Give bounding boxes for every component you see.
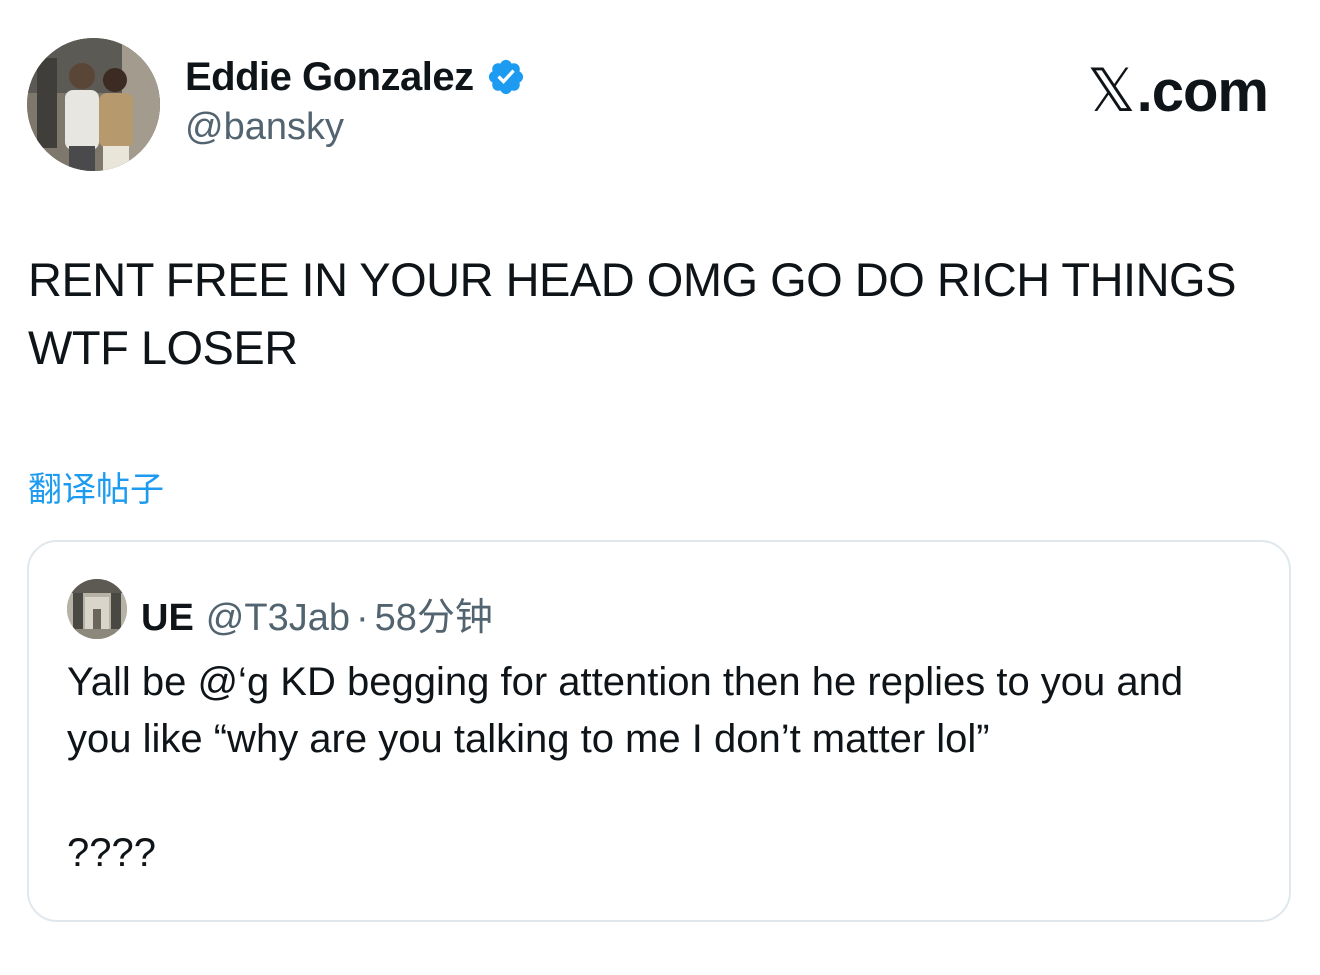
quote-text: Yall be @‘g KD begging for attention the… — [67, 660, 1184, 875]
quote-author-handle[interactable]: @T3Jab — [206, 597, 350, 640]
quote-author-avatar[interactable] — [67, 579, 127, 639]
author-avatar[interactable] — [27, 38, 160, 171]
quote-timestamp[interactable]: 58分钟 — [375, 586, 493, 641]
tweet-text: RENT FREE IN YOUR HEAD OMG GO DO RICH TH… — [28, 253, 1236, 374]
x-logo-icon: 𝕏 — [1087, 56, 1135, 126]
author-handle[interactable]: @bansky — [185, 106, 344, 149]
quote-avatar-photo — [67, 579, 127, 639]
brand-suffix: .com — [1136, 59, 1269, 124]
quote-header: UE @T3Jab · 58分钟 — [141, 586, 493, 641]
author-name-row: Eddie Gonzalez — [185, 52, 526, 102]
author-name[interactable]: Eddie Gonzalez — [185, 55, 474, 100]
quote-author-name[interactable]: UE — [141, 597, 194, 640]
translate-post-link[interactable]: 翻译帖子 — [28, 462, 164, 511]
x-com-logo: 𝕏 .com — [1087, 56, 1269, 126]
verified-badge-icon — [486, 57, 526, 97]
quoted-tweet-card[interactable]: UE @T3Jab · 58分钟 Yall be @‘g KD begging … — [27, 540, 1291, 922]
quote-separator: · — [356, 597, 369, 639]
avatar-photo — [27, 38, 160, 171]
